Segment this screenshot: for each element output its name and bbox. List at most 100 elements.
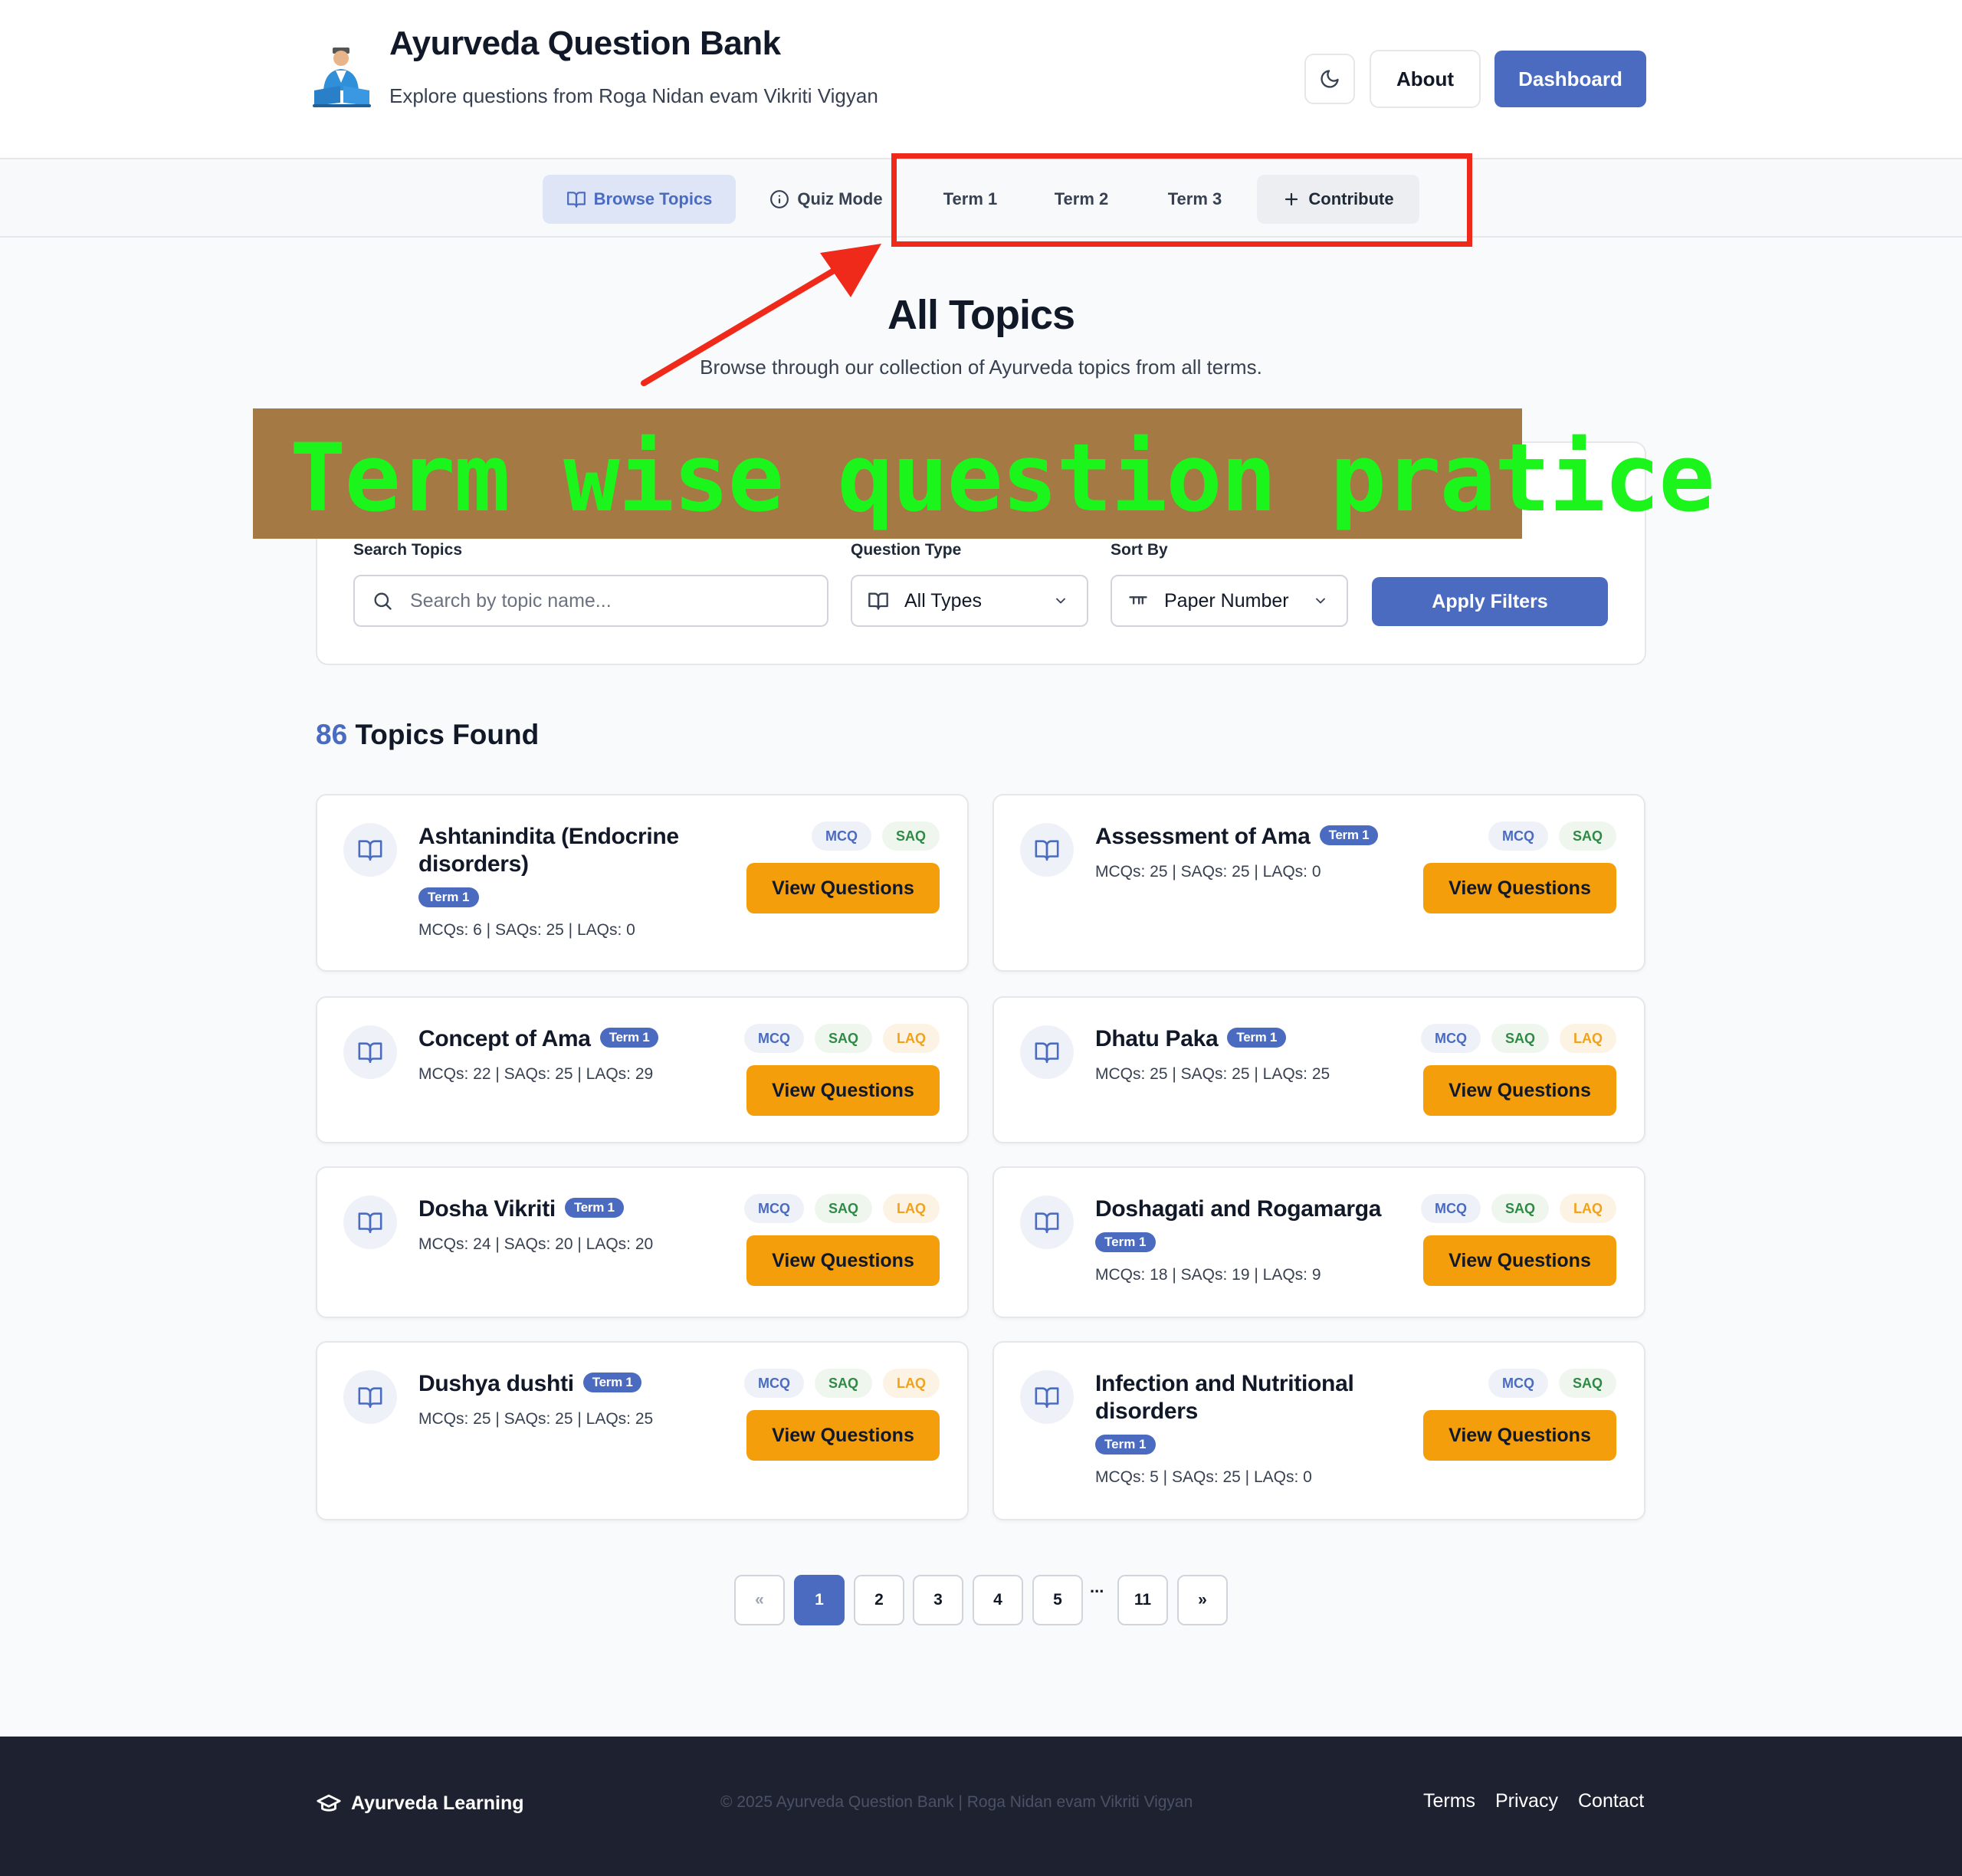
question-type-chips: MCQ SAQ LAQ	[1420, 1194, 1616, 1223]
topic-stats: MCQs: 25 | SAQs: 25 | LAQs: 25	[1095, 1065, 1330, 1083]
pagination-page[interactable]: 4	[973, 1575, 1023, 1625]
book-open-icon	[868, 592, 888, 610]
graduation-cap-icon	[317, 1794, 341, 1812]
chevron-down-icon	[1316, 598, 1325, 604]
pagination-page[interactable]: 5	[1032, 1575, 1083, 1625]
book-open-icon	[358, 1387, 382, 1409]
sort-by-select[interactable]: Paper Number	[1111, 575, 1348, 627]
term-badge: Term 1	[1095, 1435, 1156, 1455]
site-header: Ayurveda Question Bank Explore questions…	[0, 0, 1962, 159]
saq-chip: SAQ	[1558, 1369, 1616, 1398]
results-count: 86	[316, 719, 348, 750]
book-open-icon	[358, 1212, 382, 1234]
page-subtitle: Browse through our collection of Ayurved…	[700, 356, 1262, 379]
saq-chip: SAQ	[1491, 1024, 1549, 1053]
topic-stats: MCQs: 25 | SAQs: 25 | LAQs: 0	[1095, 863, 1321, 881]
topic-icon-wrap	[1020, 823, 1074, 877]
scholar-logo-icon	[313, 48, 371, 107]
term-badge: Term 1	[418, 887, 479, 907]
pagination-next[interactable]: »	[1177, 1575, 1228, 1625]
saq-chip: SAQ	[814, 1024, 872, 1053]
topic-card: Doshagati and Rogamarga Term 1 MCQs: 18 …	[992, 1166, 1645, 1318]
topic-icon-wrap	[1020, 1195, 1074, 1249]
footer-copyright: © 2025 Ayurveda Question Bank | Roga Nid…	[720, 1793, 1193, 1811]
apply-filters-button[interactable]: Apply Filters	[1372, 577, 1608, 626]
laq-chip: LAQ	[1560, 1024, 1616, 1053]
topic-name-row: Dhatu Paka Term 1	[1095, 1025, 1432, 1053]
view-questions-button[interactable]: View Questions	[1423, 1410, 1616, 1461]
results-label: Topics Found	[355, 719, 540, 750]
view-questions-button[interactable]: View Questions	[1423, 1065, 1616, 1116]
app-subtitle: Explore questions from Roga Nidan evam V…	[389, 84, 878, 107]
tab-quiz-label: Quiz Mode	[797, 189, 883, 208]
view-questions-button[interactable]: View Questions	[746, 1235, 940, 1286]
pagination-page[interactable]: 1	[794, 1575, 845, 1625]
search-input[interactable]: Search by topic name...	[353, 575, 828, 627]
topic-stats: MCQs: 25 | SAQs: 25 | LAQs: 25	[418, 1410, 654, 1428]
laq-chip: LAQ	[1560, 1194, 1616, 1223]
theme-toggle-button[interactable]	[1304, 54, 1355, 104]
topic-card: Ashtanindita (Endocrine disorders) Term …	[316, 794, 969, 972]
pagination-last-page[interactable]: 11	[1117, 1575, 1168, 1625]
topic-card: Assessment of Ama Term 1 MCQs: 25 | SAQs:…	[992, 794, 1645, 972]
topic-card: Concept of Ama Term 1 MCQs: 22 | SAQs: 25…	[316, 996, 969, 1143]
topic-card: Dosha Vikriti Term 1 MCQs: 24 | SAQs: 20 …	[316, 1166, 969, 1318]
footer-terms-link[interactable]: Terms	[1423, 1790, 1475, 1812]
book-open-icon	[358, 1042, 382, 1064]
book-open-icon	[566, 192, 586, 208]
dashboard-button[interactable]: Dashboard	[1494, 51, 1646, 107]
view-questions-button[interactable]: View Questions	[746, 1065, 940, 1116]
topic-icon-wrap	[343, 823, 397, 877]
tab-quiz-mode[interactable]: Quiz Mode	[759, 175, 894, 224]
question-type-chips: MCQ SAQ	[1488, 1369, 1616, 1398]
term-badge: Term 1	[1319, 825, 1379, 846]
footer-brand[interactable]: Ayurveda Learning	[316, 1790, 524, 1816]
mcq-chip: MCQ	[1488, 1369, 1548, 1398]
view-questions-button[interactable]: View Questions	[1423, 863, 1616, 913]
topic-card: Infection and Nutritional disorders Term…	[992, 1341, 1645, 1520]
term-badge: Term 1	[1095, 1232, 1156, 1252]
view-questions-button[interactable]: View Questions	[1423, 1235, 1616, 1286]
search-placeholder: Search by topic name...	[410, 589, 612, 612]
saq-chip: SAQ	[814, 1194, 872, 1223]
annotation-banner: Term wise question pratice	[253, 408, 1715, 539]
view-questions-button[interactable]: View Questions	[746, 1410, 940, 1461]
book-open-icon	[1035, 1387, 1059, 1409]
pagination-page[interactable]: 2	[854, 1575, 904, 1625]
question-type-label: Question Type	[851, 541, 962, 559]
tab-browse-topics[interactable]: Browse Topics	[543, 175, 736, 224]
footer-brand-label: Ayurveda Learning	[351, 1792, 524, 1814]
question-type-chips: MCQ SAQ LAQ	[1420, 1024, 1616, 1053]
topic-name: Dhatu Paka	[1095, 1026, 1219, 1051]
app-title: Ayurveda Question Bank	[389, 25, 781, 62]
laq-chip: LAQ	[883, 1194, 940, 1223]
pagination-page[interactable]: 3	[913, 1575, 963, 1625]
mcq-chip: MCQ	[1420, 1194, 1481, 1223]
term-badge: Term 1	[564, 1198, 624, 1218]
question-type-select[interactable]: All Types	[851, 575, 1088, 627]
results-heading: 86 Topics Found	[316, 719, 539, 751]
book-open-icon	[1035, 1212, 1059, 1234]
topic-name-row: Dushya dushti Term 1	[418, 1370, 756, 1398]
about-button[interactable]: About	[1370, 50, 1481, 108]
footer-privacy-link[interactable]: Privacy	[1495, 1790, 1558, 1812]
topic-name-row: Assessment of Ama Term 1	[1095, 823, 1432, 851]
search-label: Search Topics	[353, 541, 462, 559]
question-type-chips: MCQ SAQ	[1488, 822, 1616, 851]
term-badge: Term 1	[582, 1373, 642, 1393]
footer-contact-link[interactable]: Contact	[1578, 1790, 1644, 1812]
sort-icon	[1129, 596, 1147, 605]
pagination-prev[interactable]: «	[734, 1575, 785, 1625]
info-icon	[770, 190, 789, 208]
topic-name: Ashtanindita (Endocrine disorders)	[418, 824, 679, 877]
site-footer: Ayurveda Learning © 2025 Ayurveda Questi…	[0, 1737, 1962, 1876]
topic-name: Assessment of Ama	[1095, 824, 1311, 849]
view-questions-button[interactable]: View Questions	[746, 863, 940, 913]
annotation-banner-text: Term wise question pratice	[290, 424, 1715, 533]
saq-chip: SAQ	[1558, 822, 1616, 851]
book-open-icon	[1035, 1042, 1059, 1064]
topic-stats: MCQs: 22 | SAQs: 25 | LAQs: 29	[418, 1065, 654, 1083]
topic-stats: MCQs: 18 | SAQs: 19 | LAQs: 9	[1095, 1266, 1321, 1284]
mcq-chip: MCQ	[811, 822, 871, 851]
laq-chip: LAQ	[883, 1369, 940, 1398]
